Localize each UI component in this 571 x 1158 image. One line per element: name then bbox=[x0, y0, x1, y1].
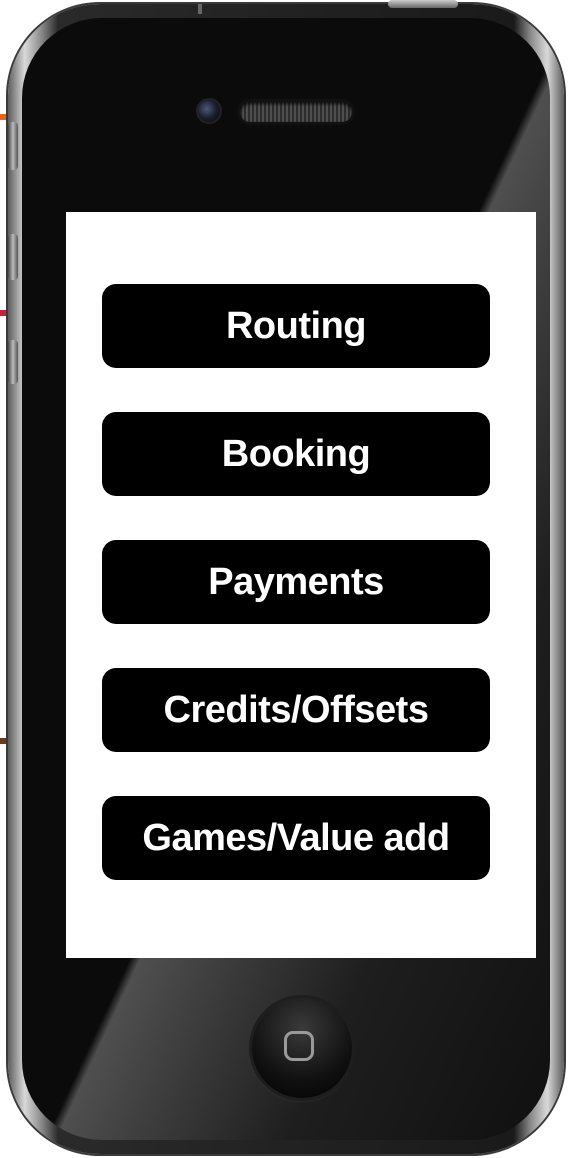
antenna-notch bbox=[198, 4, 202, 14]
front-camera-icon bbox=[198, 100, 220, 122]
phone-frame: Routing Booking Payments Credits/Offsets… bbox=[8, 0, 564, 1154]
routing-button[interactable]: Routing bbox=[102, 284, 490, 368]
games-value-add-button[interactable]: Games/Value add bbox=[102, 796, 490, 880]
power-button bbox=[388, 0, 458, 8]
credits-offsets-button[interactable]: Credits/Offsets bbox=[102, 668, 490, 752]
mute-switch bbox=[8, 122, 18, 170]
phone-screen: Routing Booking Payments Credits/Offsets… bbox=[66, 212, 536, 958]
booking-button[interactable]: Booking bbox=[102, 412, 490, 496]
volume-down-button bbox=[8, 340, 18, 384]
volume-up-button bbox=[8, 234, 18, 280]
home-square-icon bbox=[284, 1031, 314, 1061]
earpiece-speaker-icon bbox=[240, 102, 352, 122]
payments-button[interactable]: Payments bbox=[102, 540, 490, 624]
stage: Routing Booking Payments Credits/Offsets… bbox=[0, 0, 571, 1158]
home-button[interactable] bbox=[252, 998, 352, 1098]
